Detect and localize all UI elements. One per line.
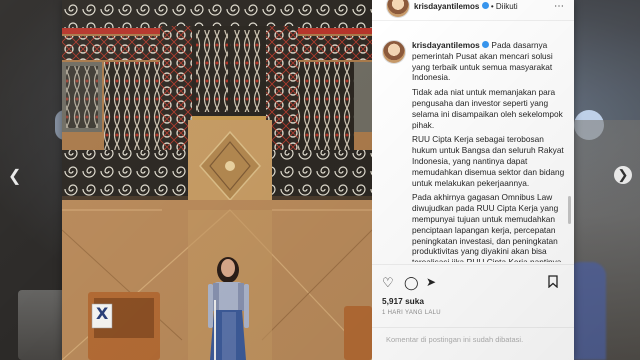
comments-disabled-notice: Komentar di postingan ini sudah dibatasi… bbox=[386, 335, 524, 344]
post-photo-illustration bbox=[62, 0, 372, 360]
chevron-right-icon[interactable]: ❯ bbox=[614, 166, 632, 184]
caption-area: krisdayantilemos Pada dasarnya pemerinta… bbox=[382, 40, 568, 262]
caption-text: krisdayantilemos Pada dasarnya pemerinta… bbox=[412, 40, 566, 262]
like-count[interactable]: 5,917 suka bbox=[382, 296, 424, 306]
post-photo: X bbox=[62, 0, 372, 360]
name-sign-letter: X bbox=[96, 304, 109, 323]
caption-avatar[interactable] bbox=[382, 40, 406, 64]
heart-icon[interactable]: ♡ bbox=[382, 275, 394, 291]
caption-paragraph: krisdayantilemos Pada dasarnya pemerinta… bbox=[412, 40, 566, 83]
follow-status[interactable]: Diikuti bbox=[496, 2, 518, 11]
caption-paragraph: Pada akhirnya gagasan Omnibus Law diwuju… bbox=[412, 192, 561, 262]
post-header-text: krisdayantilemos • Diikuti bbox=[414, 2, 518, 11]
caption-paragraph: Tidak ada niat untuk memanjakan para pen… bbox=[412, 87, 563, 130]
caption-username[interactable]: krisdayantilemos bbox=[412, 40, 480, 50]
comment-icon[interactable]: ◯ bbox=[404, 275, 419, 291]
post-header: krisdayantilemos • Diikuti ⋯ bbox=[372, 0, 574, 21]
post-details-panel: krisdayantilemos • Diikuti ⋯ krisdayanti… bbox=[372, 0, 574, 360]
header-username[interactable]: krisdayantilemos bbox=[414, 2, 479, 11]
comment-bar: Komentar di postingan ini sudah dibatasi… bbox=[372, 327, 574, 352]
caption-paragraph: RUU Cipta Kerja sebagai terobosan hukum … bbox=[412, 134, 565, 188]
share-icon[interactable]: ➤ bbox=[426, 275, 436, 289]
verified-badge-icon bbox=[481, 2, 489, 10]
instagram-post-modal: X krisdayantilemos • Diikuti ⋯ krisdayan… bbox=[62, 0, 574, 360]
avatar[interactable] bbox=[386, 0, 410, 18]
verified-badge-icon bbox=[482, 41, 490, 49]
background-object bbox=[18, 290, 68, 360]
chevron-left-icon[interactable]: ❮ bbox=[8, 166, 21, 186]
more-options-icon[interactable]: ⋯ bbox=[554, 1, 564, 12]
bookmark-icon[interactable] bbox=[548, 275, 558, 291]
header-separator: • bbox=[490, 2, 494, 11]
caption-scrollbar[interactable] bbox=[568, 196, 571, 224]
post-actions: ♡ ◯ ➤ 5,917 suka 1 HARI YANG LALU Koment… bbox=[372, 264, 574, 351]
post-timestamp: 1 HARI YANG LALU bbox=[382, 310, 441, 316]
